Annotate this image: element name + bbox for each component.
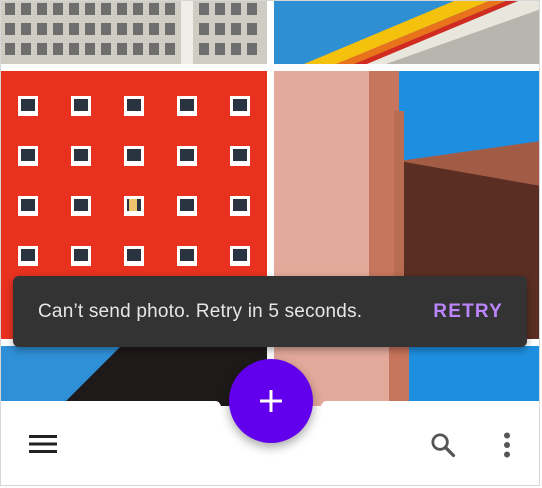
photo-salmon-wall-image: [274, 346, 539, 406]
search-button[interactable]: [423, 425, 463, 465]
more-options-button[interactable]: [491, 425, 523, 465]
photo-tile-bottom-left[interactable]: [1, 346, 267, 406]
retry-button[interactable]: RETRY: [433, 301, 503, 323]
photo-stripes-roof-image: [274, 1, 539, 64]
photo-tile-top-left[interactable]: [1, 1, 267, 64]
search-icon: [431, 433, 456, 458]
photo-building-grid-image: [1, 1, 267, 64]
app-screen: Can’t send photo. Retry in 5 seconds. RE…: [0, 0, 540, 486]
snackbar: Can’t send photo. Retry in 5 seconds. RE…: [13, 276, 527, 347]
snackbar-message: Can’t send photo. Retry in 5 seconds.: [38, 300, 363, 322]
more-vertical-icon: [504, 432, 510, 458]
menu-icon: [29, 435, 57, 453]
photo-tile-top-right[interactable]: [274, 1, 539, 64]
photo-dark-corner-image: [1, 346, 267, 406]
add-fab-button[interactable]: [229, 359, 313, 443]
add-icon: [260, 390, 282, 412]
photo-tile-bottom-right[interactable]: [274, 346, 539, 406]
menu-button[interactable]: [21, 427, 65, 461]
